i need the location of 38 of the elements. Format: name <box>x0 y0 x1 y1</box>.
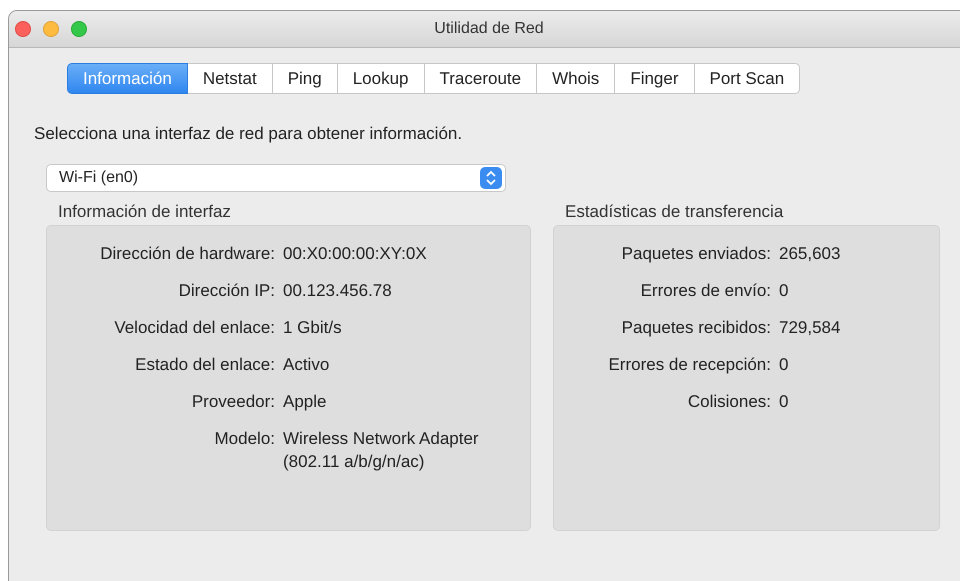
window-title: Utilidad de Red <box>434 20 544 38</box>
field-label: Errores de envío: <box>640 280 771 302</box>
field-label: Estado del enlace: <box>134 354 275 376</box>
tab[interactable]: Finger <box>615 63 694 94</box>
field-value: 00:X0:00:00:XY:0X <box>283 243 428 265</box>
tab[interactable]: Traceroute <box>424 63 538 94</box>
field-value: Apple <box>283 391 328 413</box>
field-label: Paquetes recibidos: <box>620 317 771 339</box>
field-label: Colisiones: <box>686 391 771 413</box>
field-value: 0 <box>779 391 790 413</box>
field-value: 00.123.456.78 <box>283 280 393 302</box>
field-label: Paquetes enviados: <box>620 243 771 265</box>
field-label: Errores de recepción: <box>607 354 771 376</box>
zoom-icon[interactable] <box>71 21 87 37</box>
field-label: Proveedor: <box>190 391 275 413</box>
field-label: Dirección IP: <box>178 280 275 302</box>
interface-dropdown[interactable]: Wi-Fi (en0) <box>46 164 506 192</box>
tab[interactable]: Ping <box>272 63 338 94</box>
field-value: 0 <box>779 280 790 302</box>
field-label: Dirección de hardware: <box>99 243 275 265</box>
field-value: Wireless Network Adapter (802.11 a/b/g/n/ac) <box>283 428 480 473</box>
instruction-text: Selecciona una interfaz de red para obtener información. <box>34 124 462 144</box>
minimize-icon[interactable] <box>43 21 59 37</box>
dropdown-arrows-icon <box>480 167 502 189</box>
close-icon[interactable] <box>15 21 31 37</box>
field-value: 265,603 <box>779 243 842 265</box>
field-label: Modelo: <box>214 428 275 450</box>
field-value: Activo <box>283 354 330 376</box>
field-value: 729,584 <box>779 317 842 339</box>
tab[interactable]: Port Scan <box>694 63 800 94</box>
tab[interactable]: Lookup <box>338 63 424 94</box>
field-label: Velocidad del enlace: <box>113 317 275 339</box>
tab[interactable]: Netstat <box>188 63 273 94</box>
tab[interactable]: Whois <box>537 63 616 94</box>
field-value: 1 Gbit/s <box>283 317 343 339</box>
field-value: 0 <box>779 354 790 376</box>
section-title: Información de interfaz <box>57 202 231 222</box>
section-title: Estadísticas de transferencia <box>564 202 784 222</box>
